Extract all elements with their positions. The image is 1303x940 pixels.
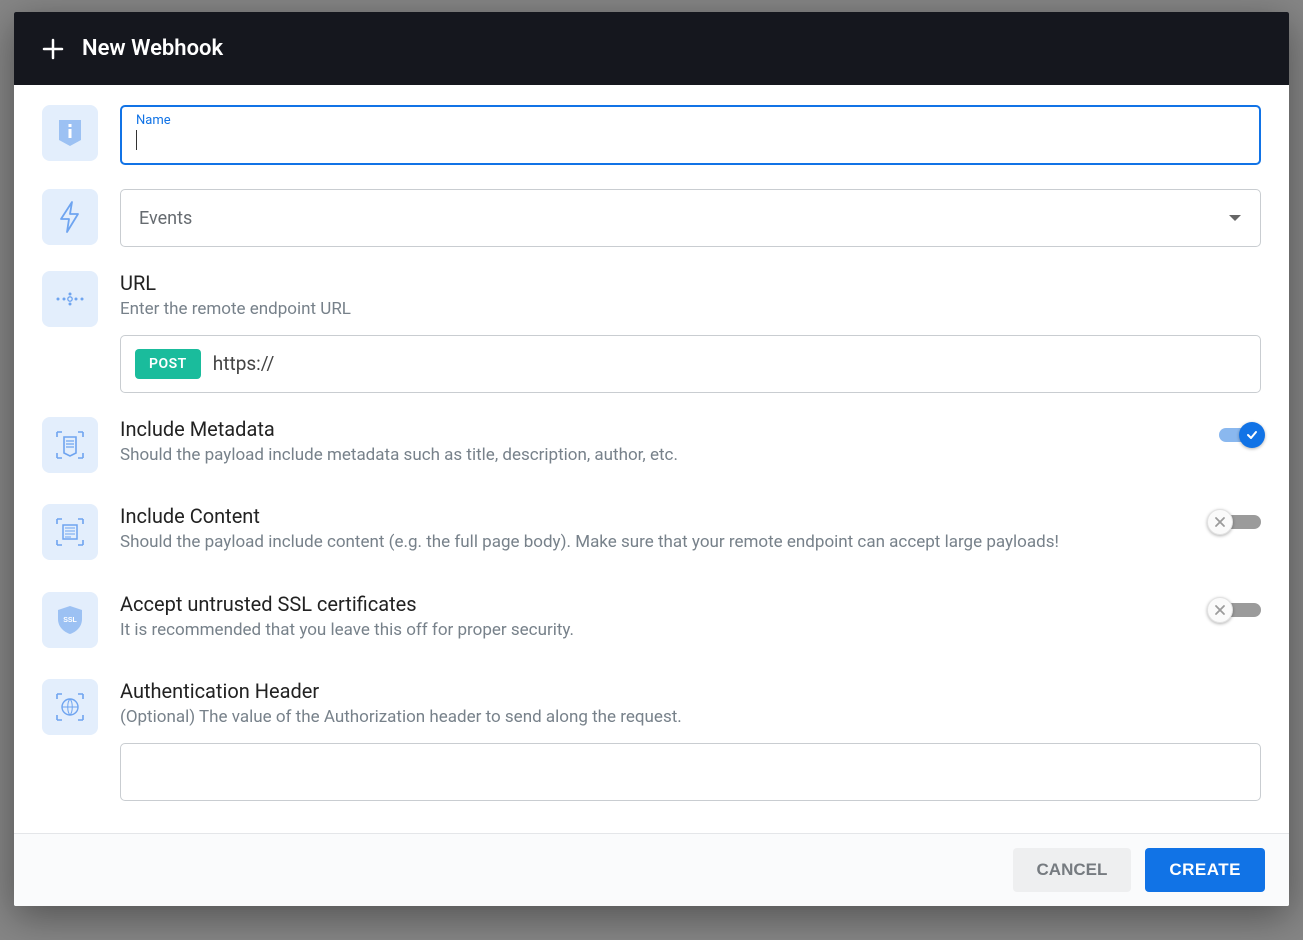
content-title: Include Content: [120, 504, 1189, 528]
chevron-down-icon: [1228, 213, 1242, 223]
include-metadata-row: Include Metadata Should the payload incl…: [42, 417, 1261, 481]
content-subtitle: Should the payload include content (e.g.…: [120, 530, 1189, 556]
dialog-header: New Webhook: [14, 12, 1289, 85]
info-icon: [42, 105, 98, 161]
url-row: URL Enter the remote endpoint URL POST h…: [42, 271, 1261, 393]
url-value: https://: [213, 352, 275, 375]
metadata-title: Include Metadata: [120, 417, 1189, 441]
url-title: URL: [120, 271, 1261, 295]
include-metadata-toggle[interactable]: [1211, 425, 1261, 445]
shield-icon: SSL: [42, 592, 98, 648]
auth-input[interactable]: [120, 743, 1261, 801]
include-content-toggle[interactable]: [1211, 512, 1261, 532]
new-webhook-dialog: New Webhook Name: [14, 12, 1289, 906]
check-icon: [1245, 428, 1259, 442]
name-row: Name: [42, 105, 1261, 165]
http-method-badge: POST: [135, 349, 201, 379]
events-placeholder: Events: [139, 208, 192, 229]
globe-lock-icon: [42, 679, 98, 735]
metadata-subtitle: Should the payload include metadata such…: [120, 443, 1189, 469]
content-icon: [42, 504, 98, 560]
x-icon: [1214, 604, 1226, 616]
ssl-row: SSL Accept untrusted SSL certificates It…: [42, 592, 1261, 656]
text-cursor: [136, 130, 137, 150]
dialog-body: Name Events: [14, 85, 1289, 833]
name-label: Name: [136, 113, 1245, 128]
url-input[interactable]: POST https://: [120, 335, 1261, 393]
ssl-subtitle: It is recommended that you leave this of…: [120, 618, 1189, 644]
name-input[interactable]: Name: [120, 105, 1261, 165]
dialog-title: New Webhook: [82, 36, 223, 61]
events-row: Events: [42, 189, 1261, 247]
create-button[interactable]: CREATE: [1145, 848, 1265, 892]
ssl-toggle[interactable]: [1211, 600, 1261, 620]
ssl-title: Accept untrusted SSL certificates: [120, 592, 1189, 616]
events-select[interactable]: Events: [120, 189, 1261, 247]
svg-text:SSL: SSL: [63, 617, 77, 624]
endpoint-icon: [42, 271, 98, 327]
auth-title: Authentication Header: [120, 679, 1261, 703]
dialog-footer: CANCEL CREATE: [14, 833, 1289, 906]
x-icon: [1214, 516, 1226, 528]
lightning-icon: [42, 189, 98, 245]
auth-row: Authentication Header (Optional) The val…: [42, 679, 1261, 801]
metadata-icon: [42, 417, 98, 473]
plus-icon: [42, 38, 64, 60]
cancel-button[interactable]: CANCEL: [1013, 848, 1132, 892]
auth-subtitle: (Optional) The value of the Authorizatio…: [120, 705, 1261, 731]
include-content-row: Include Content Should the payload inclu…: [42, 504, 1261, 568]
url-subtitle: Enter the remote endpoint URL: [120, 297, 1261, 323]
